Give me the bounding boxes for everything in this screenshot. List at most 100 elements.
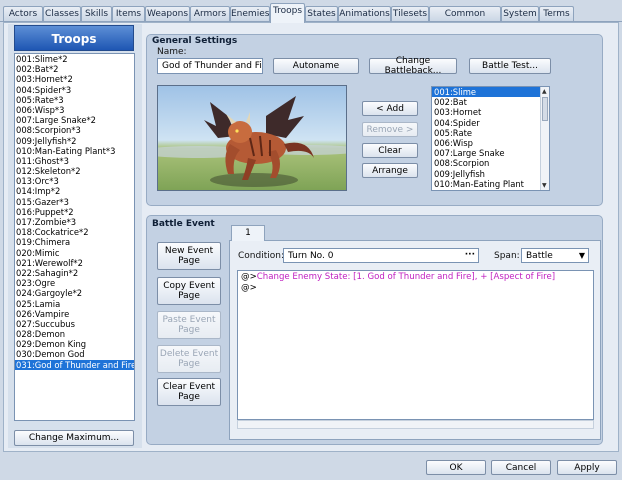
clear-members-button[interactable]: Clear [362, 143, 418, 158]
remove-member-button[interactable]: Remove > [362, 122, 418, 137]
scroll-thumb[interactable] [542, 97, 548, 121]
troop-list-item[interactable]: 026:Vampire [15, 309, 134, 319]
troop-list-item[interactable]: 018:Cockatrice*2 [15, 227, 134, 237]
enemy-list-scrollbar[interactable]: ▲ ▼ [540, 87, 549, 190]
enemy-list-item[interactable]: 001:Slime [432, 87, 549, 98]
enemy-list[interactable]: 001:Slime 002:Bat 003:Hornet 004:Spider 005:… [431, 86, 550, 191]
scroll-down-icon[interactable]: ▼ [542, 182, 547, 189]
troops-list[interactable]: 001:Slime*2 002:Bat*2 003:Hornet*2 004:Spid… [14, 53, 135, 421]
troop-list-item[interactable]: 024:Gargoyle*2 [15, 288, 134, 298]
condition-field[interactable]: Turn No. 0 ··· [283, 248, 479, 263]
event-command-line[interactable]: @>Change Enemy State: [1. God of Thunder… [241, 272, 590, 283]
troop-list-item[interactable]: 016:Puppet*2 [15, 207, 134, 217]
enemy-list-item[interactable]: 009:Jellyfish [432, 169, 549, 179]
enemy-list-item[interactable]: 004:Spider [432, 118, 549, 128]
tab-tilesets[interactable]: Tilesets [391, 6, 429, 22]
troop-list-item[interactable]: 010:Man-Eating Plant*3 [15, 146, 134, 156]
troop-list-item[interactable]: 027:Succubus [15, 319, 134, 329]
paste-event-page-button[interactable]: Paste Event Page [157, 311, 221, 339]
copy-event-page-button[interactable]: Copy Event Page [157, 277, 221, 305]
clear-event-page-button[interactable]: Clear Event Page [157, 378, 221, 406]
troop-list-item[interactable]: 001:Slime*2 [15, 54, 134, 64]
troop-list-item[interactable]: 013:Orc*3 [15, 176, 134, 186]
arrange-members-button[interactable]: Arrange [362, 163, 418, 178]
troop-list-item[interactable]: 030:Demon God [15, 349, 134, 359]
enemy-list-item[interactable]: 008:Scorpion [432, 158, 549, 168]
event-command-line[interactable]: @> [241, 283, 590, 294]
new-event-page-button[interactable]: New Event Page [157, 242, 221, 270]
tab-troops[interactable]: Troops [270, 3, 305, 23]
enemy-list-item[interactable]: 005:Rate [432, 128, 549, 138]
troop-list-item[interactable]: 021:Werewolf*2 [15, 258, 134, 268]
scroll-up-icon[interactable]: ▲ [542, 88, 547, 95]
troop-list-item[interactable]: 011:Ghost*3 [15, 156, 134, 166]
name-field[interactable]: God of Thunder and Fire [157, 58, 263, 74]
battle-event-title: Battle Event [152, 219, 215, 229]
tab-bar: Actors Classes Skills Items Weapons Armo… [0, 0, 622, 33]
ok-button[interactable]: OK [426, 460, 486, 475]
span-value: Battle [526, 251, 553, 261]
span-label: Span: [494, 251, 520, 261]
troop-list-item[interactable]: 004:Spider*3 [15, 85, 134, 95]
apply-button[interactable]: Apply [557, 460, 617, 475]
troop-monster-image [158, 96, 346, 187]
troop-list-item[interactable]: 003:Hornet*2 [15, 74, 134, 84]
general-settings-title: General Settings [152, 36, 238, 46]
troop-list-item[interactable]: 006:Wisp*3 [15, 105, 134, 115]
troops-header: Troops [14, 25, 134, 51]
span-select[interactable]: Battle ▼ [521, 248, 589, 263]
battle-test-button[interactable]: Battle Test... [469, 58, 551, 74]
tab-items[interactable]: Items [112, 6, 145, 22]
enemy-list-item[interactable]: 003:Hornet [432, 107, 549, 117]
troop-list-item[interactable]: 007:Large Snake*2 [15, 115, 134, 125]
tab-weapons[interactable]: Weapons [145, 6, 190, 22]
tab-skills[interactable]: Skills [81, 6, 112, 22]
troop-list-item[interactable]: 005:Rate*3 [15, 95, 134, 105]
troop-list-item[interactable]: 002:Bat*2 [15, 64, 134, 74]
autoname-button[interactable]: Autoname [273, 58, 359, 74]
troop-list-item[interactable]: 008:Scorpion*3 [15, 125, 134, 135]
enemy-list-items: 001:Slime 002:Bat 003:Hornet 004:Spider 005:… [432, 87, 549, 189]
troop-list-item[interactable]: 022:Sahagin*2 [15, 268, 134, 278]
cancel-button[interactable]: Cancel [491, 460, 551, 475]
enemy-list-item[interactable]: 010:Man-Eating Plant [432, 179, 549, 189]
tab-animations[interactable]: Animations [338, 6, 391, 22]
troop-list-item[interactable]: 020:Mimic [15, 248, 134, 258]
tab-states[interactable]: States [305, 6, 338, 22]
condition-value: Turn No. 0 [288, 251, 334, 261]
tab-common-events[interactable]: Common Events [429, 6, 501, 33]
troop-list-item[interactable]: 015:Gazer*3 [15, 197, 134, 207]
ellipsis-icon[interactable]: ··· [465, 248, 475, 262]
enemy-list-item[interactable]: 007:Large Snake [432, 148, 549, 158]
event-list-hscrollbar[interactable] [237, 420, 594, 429]
name-label: Name: [157, 47, 187, 57]
enemy-list-item[interactable]: 002:Bat [432, 97, 549, 107]
battle-preview-image[interactable] [157, 85, 347, 191]
tab-actors[interactable]: Actors [3, 6, 43, 22]
troop-list-item[interactable]: 029:Demon King [15, 339, 134, 349]
tab-system[interactable]: System [501, 6, 539, 22]
troop-list-item[interactable]: 031:God of Thunder and Fire [15, 359, 134, 370]
delete-event-page-button[interactable]: Delete Event Page [157, 345, 221, 373]
change-battleback-button[interactable]: Change Battleback... [369, 56, 457, 76]
event-command-list[interactable]: @>Change Enemy State: [1. God of Thunder… [237, 270, 594, 420]
enemy-list-item[interactable]: 006:Wisp [432, 138, 549, 148]
troop-list-item[interactable]: 025:Lamia [15, 299, 134, 309]
tab-classes[interactable]: Classes [43, 6, 81, 22]
troop-list-item[interactable]: 014:Imp*2 [15, 186, 134, 196]
event-page-tab-1[interactable]: 1 [231, 225, 265, 241]
tab-terms[interactable]: Terms [539, 6, 574, 22]
troop-list-item[interactable]: 012:Skeleton*2 [15, 166, 134, 176]
tab-armors[interactable]: Armors [190, 6, 230, 22]
command-prefix: @> [241, 283, 257, 293]
troop-list-item[interactable]: 023:Ogre [15, 278, 134, 288]
tab-enemies[interactable]: Enemies [230, 6, 270, 22]
troop-list-item[interactable]: 028:Demon [15, 329, 134, 339]
command-text: Change Enemy State: [1. God of Thunder a… [256, 272, 556, 282]
troop-list-item[interactable]: 019:Chimera [15, 237, 134, 247]
chevron-down-icon: ▼ [578, 251, 585, 260]
troop-list-item[interactable]: 017:Zombie*3 [15, 217, 134, 227]
troop-list-item[interactable]: 009:Jellyfish*2 [15, 136, 134, 146]
change-maximum-button[interactable]: Change Maximum... [14, 430, 134, 446]
add-member-button[interactable]: < Add [362, 101, 418, 116]
